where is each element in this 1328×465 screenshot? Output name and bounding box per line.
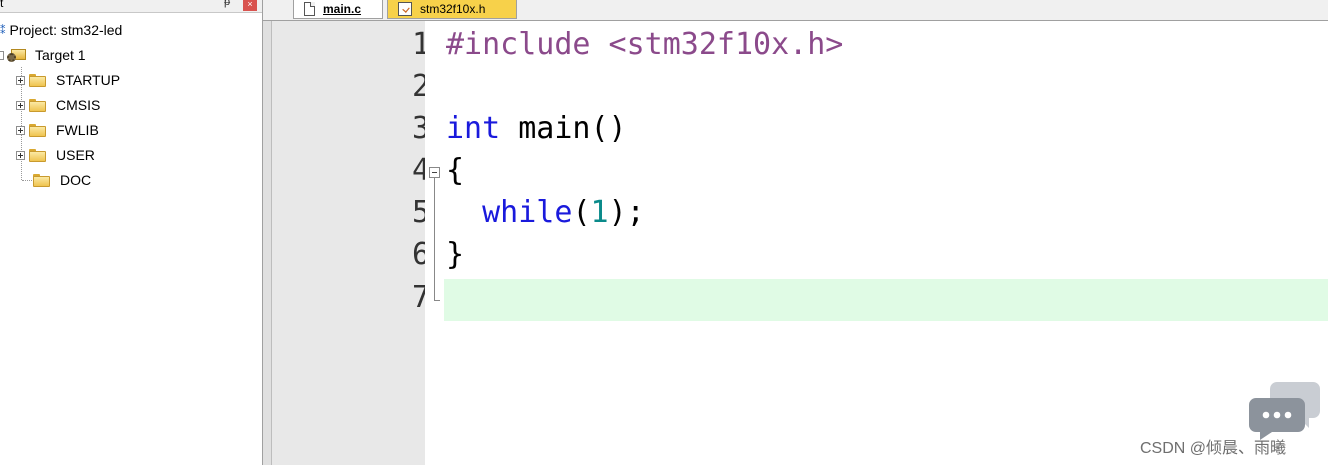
fold-margin [425, 21, 443, 465]
tree-connector-line [22, 180, 32, 181]
folder-icon [33, 173, 50, 187]
code-line-6[interactable]: } [446, 234, 464, 276]
tab-label: stm32f10x.h [420, 2, 486, 16]
code-line-1[interactable]: #include <stm32f10x.h> [446, 24, 843, 66]
group-label: FWLIB [56, 122, 99, 138]
tree-target[interactable]: Target 1 [0, 44, 86, 66]
code-editor[interactable]: 1 2 3 4 5 6 7 #include <stm32f10x.h> int… [263, 21, 1328, 465]
target-icon [7, 48, 27, 62]
line-number: 2 [411, 69, 430, 104]
expand-icon[interactable] [16, 100, 25, 110]
include-header: <stm32f10x.h> [590, 27, 844, 62]
open-brace: { [446, 153, 465, 188]
editor-tab-bar: main.c stm32f10x.h [263, 0, 1328, 21]
close-brace: } [446, 237, 465, 272]
tab-main-c[interactable]: main.c [293, 0, 383, 19]
group-label: STARTUP [56, 72, 121, 88]
close-panel-button[interactable]: × [243, 0, 257, 11]
tab-stm32f10x-h[interactable]: stm32f10x.h [387, 0, 517, 19]
csdn-watermark: CSDN @倾晨、雨曦 [1140, 440, 1287, 457]
target-expander-icon [0, 50, 4, 60]
editor-left-border [263, 21, 272, 465]
folder-icon [29, 123, 46, 137]
close-paren-semicolon: ); [608, 195, 645, 230]
open-paren: ( [572, 195, 591, 230]
group-label: DOC [60, 172, 92, 188]
code-line-3[interactable]: int main() [446, 108, 627, 150]
group-label: USER [56, 147, 95, 163]
group-label: CMSIS [56, 97, 101, 113]
pin-icon[interactable]: ᵽ [224, 0, 230, 8]
expand-icon[interactable] [16, 75, 25, 85]
line-number: 7 [411, 280, 430, 315]
code-line-5[interactable]: while(1); [446, 192, 645, 234]
number-literal: 1 [590, 195, 609, 230]
expand-icon[interactable] [16, 150, 25, 160]
tree-project-root[interactable]: ⁑ Project: stm32-led [0, 19, 122, 41]
tree-group-cmsis[interactable]: CMSIS [16, 94, 100, 116]
code-line-4[interactable]: { [446, 150, 464, 192]
panel-header: t ᵽ × [0, 0, 262, 13]
expand-icon[interactable] [16, 125, 25, 135]
fold-collapse-icon[interactable] [429, 167, 440, 178]
current-line-highlight [444, 279, 1328, 321]
header-file-icon [398, 2, 412, 16]
folder-icon [29, 98, 46, 112]
project-label: Project: stm32-led [9, 22, 123, 38]
line-number: 5 [411, 195, 430, 230]
line-number: 6 [411, 237, 430, 272]
line-number: 1 [411, 27, 430, 62]
while-keyword: while [482, 195, 573, 230]
c-file-icon [304, 2, 315, 16]
chat-bubble-icon [1249, 382, 1320, 440]
target-label: Target 1 [35, 47, 86, 63]
project-icon: ⁑ [0, 24, 6, 37]
folder-icon [29, 148, 46, 162]
folder-icon [29, 73, 46, 87]
preprocessor-directive: #include [446, 27, 591, 62]
tree-group-startup[interactable]: STARTUP [16, 69, 120, 91]
fold-end [434, 300, 440, 301]
line-number: 4 [411, 153, 430, 188]
project-panel: t ᵽ × ⁑ Project: stm32-led Target 1 STAR… [0, 0, 263, 465]
fold-line [434, 178, 435, 300]
line-number: 3 [411, 111, 430, 146]
type-keyword: int [446, 111, 501, 146]
line-number-gutter: 1 2 3 4 5 6 7 [272, 21, 430, 465]
tree-group-user[interactable]: USER [16, 144, 95, 166]
function-signature: main() [500, 111, 627, 146]
tree-group-doc[interactable]: DOC [33, 169, 91, 191]
tab-label: main.c [323, 2, 362, 16]
panel-title: t [0, 0, 4, 10]
tree-group-fwlib[interactable]: FWLIB [16, 119, 99, 141]
